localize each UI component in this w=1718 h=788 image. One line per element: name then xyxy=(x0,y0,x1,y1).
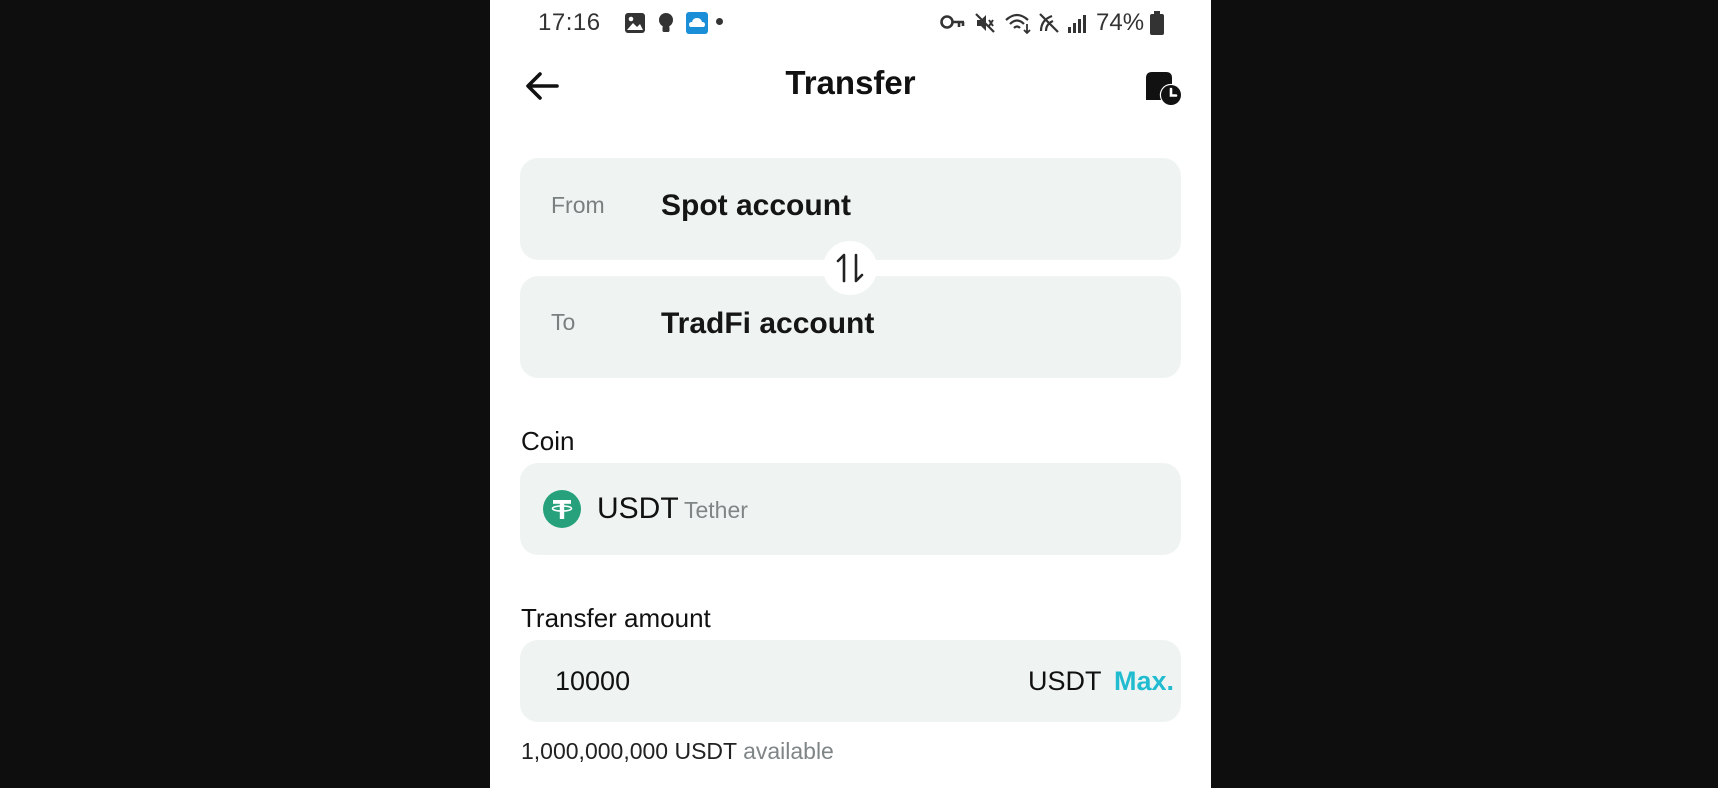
available-balance-value: 1,000,000,000 USDT xyxy=(521,738,737,764)
to-account-value: TradFi account xyxy=(661,307,875,340)
available-balance: 1,000,000,000 USDT available xyxy=(521,738,834,765)
swap-accounts-button[interactable] xyxy=(823,241,877,295)
page-title: Transfer xyxy=(785,64,916,101)
amount-input-field[interactable]: 10000 USDT Max. xyxy=(520,640,1181,722)
hotspot-icon xyxy=(1039,13,1059,33)
header: Transfer xyxy=(490,50,1211,120)
wifi-icon xyxy=(1005,13,1031,34)
amount-input[interactable]: 10000 xyxy=(555,666,630,697)
bulb-icon xyxy=(659,13,673,32)
key-icon xyxy=(940,15,965,29)
status-bar: 17:16 74% xyxy=(490,0,1211,46)
phone-screen: 17:16 74% Transfer From Spot account To … xyxy=(490,0,1211,788)
battery-percent: 74% xyxy=(1096,9,1145,36)
cloud-app-icon xyxy=(686,12,708,34)
to-label: To xyxy=(551,309,576,335)
battery-icon xyxy=(1150,11,1164,35)
gallery-icon xyxy=(625,13,645,33)
signal-icon xyxy=(1068,15,1086,33)
max-button[interactable]: Max. xyxy=(1114,666,1174,697)
coin-name: Tether xyxy=(684,497,748,523)
swap-vertical-icon xyxy=(836,253,864,283)
coin-section-label: Coin xyxy=(521,426,575,456)
status-time: 17:16 xyxy=(538,9,601,36)
usdt-logo-icon xyxy=(543,490,581,528)
coin-symbol: USDT xyxy=(597,492,679,525)
amount-unit: USDT xyxy=(1028,666,1102,696)
coin-selector[interactable]: USDT Tether xyxy=(520,463,1181,555)
history-icon[interactable] xyxy=(1142,66,1182,106)
from-label: From xyxy=(551,192,605,218)
from-account-value: Spot account xyxy=(661,189,852,222)
dot-icon xyxy=(716,18,723,25)
mute-icon xyxy=(975,13,995,33)
available-balance-suffix: available xyxy=(743,738,834,764)
transfer-amount-label: Transfer amount xyxy=(521,603,711,633)
